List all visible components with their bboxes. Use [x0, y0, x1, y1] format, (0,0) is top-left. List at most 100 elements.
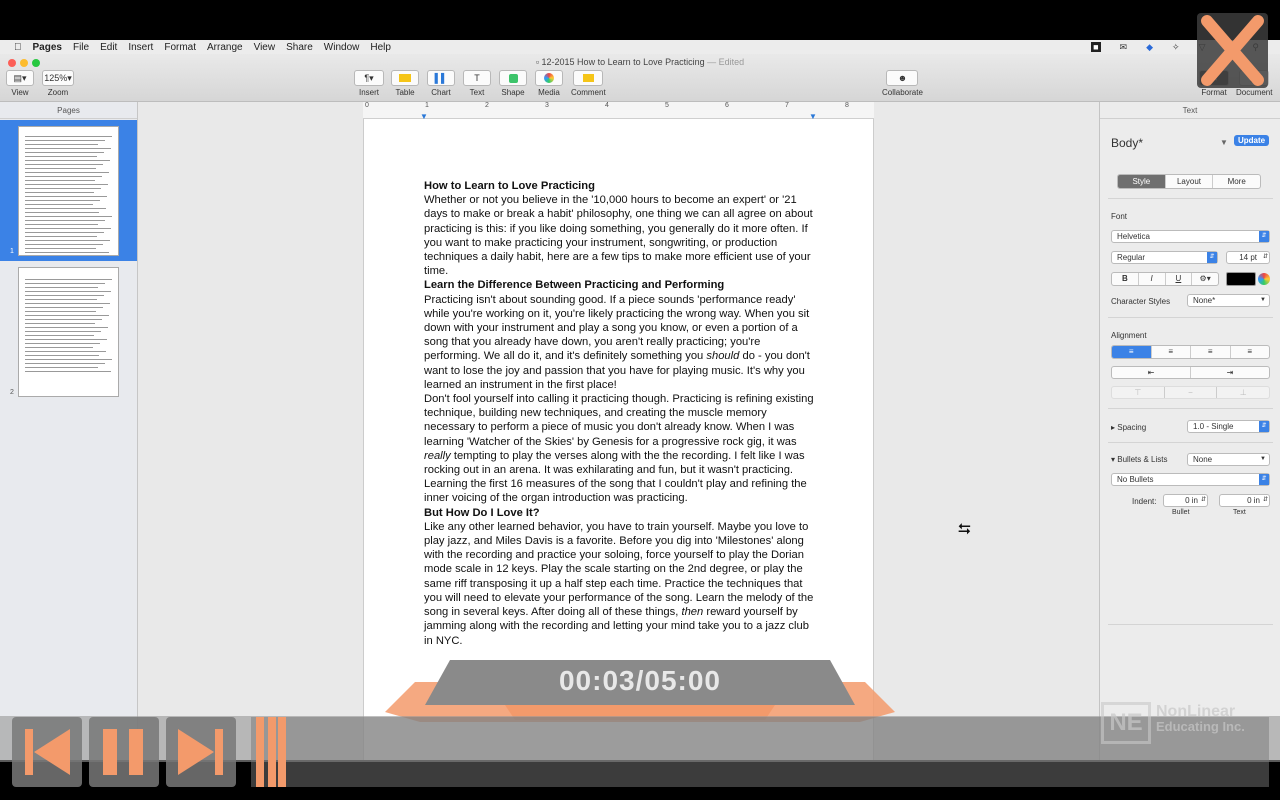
align-center-icon[interactable]: ≡: [1152, 346, 1191, 358]
stepper-icon[interactable]: ⇵: [1201, 495, 1206, 506]
menu-insert[interactable]: Insert: [128, 42, 153, 53]
align-middle-icon[interactable]: −: [1165, 387, 1218, 398]
align-top-icon[interactable]: ⊤: [1112, 387, 1165, 398]
collaborate-button[interactable]: ☻: [886, 70, 919, 86]
bold-button[interactable]: B: [1112, 273, 1139, 285]
bullets-select[interactable]: None ▼: [1187, 453, 1270, 466]
tab-more[interactable]: More: [1213, 175, 1260, 188]
next-button[interactable]: [166, 717, 236, 787]
watermark-line-2: Educating Inc.: [1156, 719, 1245, 734]
view-button[interactable]: ▤▾: [6, 70, 34, 86]
menu-view[interactable]: View: [254, 42, 276, 53]
thumbnail-line: [25, 144, 98, 145]
thumbnail-line: [25, 331, 101, 332]
menu-format[interactable]: Format: [164, 42, 196, 53]
bullet-style-select[interactable]: No Bullets ⇵: [1111, 473, 1270, 486]
tab-layout[interactable]: Layout: [1166, 175, 1214, 188]
spacing-section[interactable]: ▸ Spacing: [1111, 423, 1146, 432]
status-mail-icon[interactable]: ✉: [1120, 42, 1128, 53]
tab-style[interactable]: Style: [1118, 175, 1166, 188]
previous-button[interactable]: [12, 717, 82, 787]
align-left-icon[interactable]: ≡: [1112, 346, 1152, 358]
thumbnail-line: [25, 295, 104, 296]
font-size-field[interactable]: 14 pt ⇵: [1226, 251, 1270, 264]
menu-edit[interactable]: Edit: [100, 42, 117, 53]
color-wheel-icon[interactable]: [1258, 273, 1270, 285]
page-thumbnail-1[interactable]: [18, 126, 119, 256]
menu-app[interactable]: Pages: [33, 42, 62, 53]
document-title-text[interactable]: 12-2015 How to Learn to Love Practicing: [542, 57, 705, 67]
table-button[interactable]: [391, 70, 419, 86]
collaborate-control[interactable]: ☻ Collaborate: [882, 70, 923, 97]
zoom-label: Zoom: [47, 88, 69, 97]
zoom-control[interactable]: 125% ▾ Zoom: [42, 70, 74, 97]
menu-arrange[interactable]: Arrange: [207, 42, 243, 53]
menu-share[interactable]: Share: [286, 42, 313, 53]
menu-window[interactable]: Window: [324, 42, 360, 53]
document-body[interactable]: How to Learn to Love Practicing Whether …: [424, 179, 816, 648]
comment-button[interactable]: [573, 70, 604, 86]
insert-button[interactable]: ¶▾: [354, 70, 384, 86]
spacing-select[interactable]: 1.0 - Single ⇵: [1187, 420, 1270, 433]
menu-help[interactable]: Help: [370, 42, 391, 53]
align-right-icon[interactable]: ≡: [1191, 346, 1231, 358]
paragraph-style-name[interactable]: Body*: [1111, 136, 1143, 150]
inspector-tabs: Style Layout More: [1117, 174, 1261, 189]
page-thumbnail-2[interactable]: [18, 267, 119, 397]
text-options-gear-icon[interactable]: ⚙▾: [1192, 273, 1218, 285]
chart-control[interactable]: ▌▌ Chart: [427, 70, 455, 97]
vertical-alignment-buttons: ⊤ − ⊥: [1111, 386, 1270, 399]
menu-file[interactable]: File: [73, 42, 89, 53]
media-button[interactable]: [535, 70, 563, 86]
insert-control[interactable]: ¶▾ Insert: [354, 70, 384, 97]
chart-icon: ▌▌: [434, 73, 448, 83]
style-dropdown-icon[interactable]: ▼: [1220, 138, 1228, 147]
status-bluetooth-icon[interactable]: ✧: [1172, 42, 1180, 53]
comment-control[interactable]: Comment: [571, 70, 606, 97]
bullets-section[interactable]: ▾ Bullets & Lists: [1111, 455, 1168, 464]
thumbnail-line: [25, 279, 112, 280]
stepper-icon[interactable]: ⇵: [1263, 252, 1268, 263]
shape-control[interactable]: Shape: [499, 70, 527, 97]
thumbnail-line: [25, 252, 109, 253]
thumbnail-line: [25, 299, 97, 300]
paragraph-icon: ¶▾: [364, 72, 374, 83]
font-family-select[interactable]: Helvetica ⇵: [1111, 230, 1270, 243]
pause-button[interactable]: [89, 717, 159, 787]
comment-label: Comment: [571, 88, 606, 97]
decrease-indent-icon[interactable]: ⇤: [1112, 367, 1191, 378]
text-button[interactable]: T: [463, 70, 491, 86]
italic-button[interactable]: I: [1139, 273, 1166, 285]
text-control[interactable]: T Text: [463, 70, 491, 97]
update-style-button[interactable]: Update: [1234, 135, 1270, 146]
thumbnail-line: [25, 319, 102, 320]
stepper-icon[interactable]: ⇵: [1263, 495, 1268, 506]
chart-button[interactable]: ▌▌: [427, 70, 455, 86]
character-styles-label: Character Styles: [1111, 297, 1171, 306]
status-diamond-icon[interactable]: ◆: [1146, 42, 1153, 53]
thumbnail-line: [25, 176, 102, 177]
media-control[interactable]: Media: [535, 70, 563, 97]
text-indent-field[interactable]: 0 in ⇵: [1219, 494, 1270, 507]
align-bottom-icon[interactable]: ⊥: [1217, 387, 1269, 398]
player-close-button[interactable]: [1197, 13, 1268, 88]
status-app-icon[interactable]: ■: [1091, 42, 1101, 52]
apple-menu-icon[interactable]: : [14, 42, 22, 53]
text-color-swatch[interactable]: [1226, 272, 1256, 286]
table-control[interactable]: Table: [391, 70, 419, 97]
view-control[interactable]: ▤▾ View: [6, 70, 34, 97]
sidebar-view-icon: ▤▾: [13, 72, 27, 83]
thumbnail-line: [25, 303, 110, 304]
font-weight-select[interactable]: Regular ⇵: [1111, 251, 1218, 264]
underline-button[interactable]: U: [1166, 273, 1193, 285]
shape-button[interactable]: [499, 70, 527, 86]
divider: [1108, 408, 1273, 409]
zoom-select[interactable]: 125% ▾: [42, 70, 74, 86]
character-styles-select[interactable]: None* ▼: [1187, 294, 1270, 307]
increase-indent-icon[interactable]: ⇥: [1191, 367, 1269, 378]
align-justify-icon[interactable]: ≡: [1231, 346, 1270, 358]
horizontal-ruler[interactable]: 0 1 2 3 4 5 6 7 8 ▼ ▼: [363, 102, 874, 121]
progress-handle[interactable]: [254, 717, 288, 787]
chart-label: Chart: [431, 88, 451, 97]
bullet-indent-field[interactable]: 0 in ⇵: [1163, 494, 1208, 507]
